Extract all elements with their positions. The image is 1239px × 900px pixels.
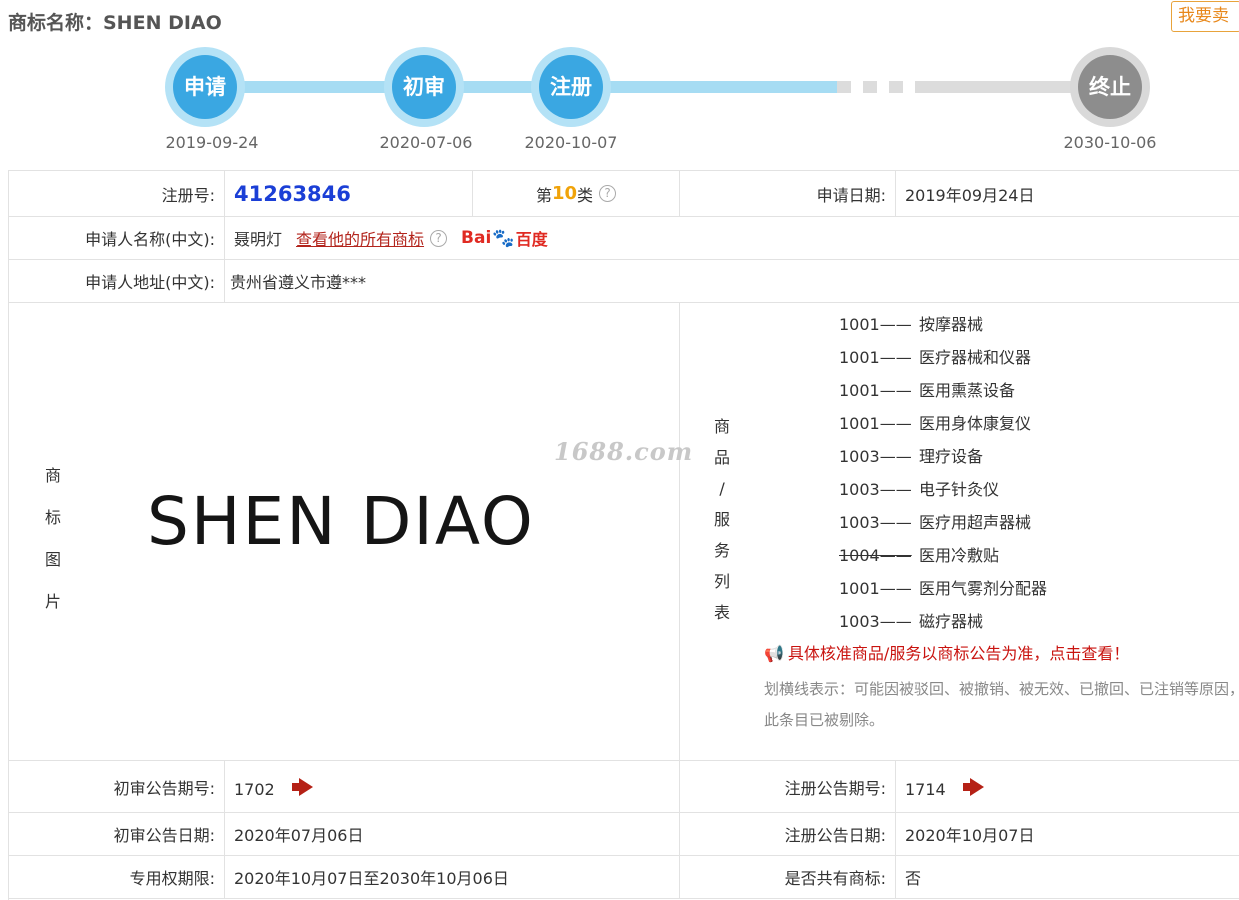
reg-no-cell: 41263846 bbox=[225, 171, 473, 216]
step-prelim-node: 初审 bbox=[384, 47, 464, 127]
table-row: 专用权期限: 2020年10月07日至2030年10月06日 是否共有商标: 否 bbox=[9, 856, 1239, 899]
strike-explanation: 划横线表示：可能因被驳回、被撤销、被无效、已撤回、已注销等原因，此条目已被剔除。 bbox=[764, 680, 1239, 729]
list-item: 1001—— 医疗器械和仪器 bbox=[839, 348, 1032, 367]
list-item: 1001—— 医用气雾剂分配器 bbox=[839, 579, 1048, 598]
list-item-struck: 1004—— 医用冷敷贴 bbox=[839, 546, 1000, 565]
applicant-label: 申请人名称(中文): bbox=[9, 217, 225, 259]
step-register-node: 注册 bbox=[531, 47, 611, 127]
reg-notice-date-label: 注册公告日期: bbox=[680, 813, 896, 855]
step-apply-date: 2019-09-24 bbox=[165, 133, 259, 152]
step-terminate-node: 终止 bbox=[1070, 47, 1150, 127]
list-item: 1003—— 电子针灸仪 bbox=[839, 480, 1000, 499]
prelim-no-value: 1702 bbox=[234, 780, 275, 799]
watermark: 1688.com bbox=[554, 437, 694, 466]
help-icon[interactable]: ? bbox=[430, 229, 448, 247]
table-row: 申请人名称(中文): 聂明灯 查看他的所有商标 ? Bai 🐾 百度 bbox=[9, 217, 1239, 260]
sell-button[interactable]: 我要卖 bbox=[1171, 1, 1239, 32]
list-item: 1001—— 医用熏蒸设备 bbox=[839, 381, 1016, 400]
prelim-date-label: 初审公告日期: bbox=[9, 813, 225, 855]
reg-notice-no-cell: 1714 bbox=[896, 761, 1239, 812]
list-item: 1001—— 医用身体康复仪 bbox=[839, 414, 1032, 433]
baidu-search-link[interactable]: Bai 🐾 百度 bbox=[461, 226, 548, 250]
prelim-date-value: 2020年07月06日 bbox=[225, 813, 680, 855]
reg-no-value: 41263846 bbox=[234, 181, 351, 206]
applicant-cell: 聂明灯 查看他的所有商标 ? Bai 🐾 百度 bbox=[225, 217, 1239, 259]
baidu-paw-icon: 🐾 bbox=[492, 227, 515, 249]
step-terminate-date: 2030-10-06 bbox=[1063, 133, 1157, 152]
progress-track-done bbox=[205, 81, 837, 93]
step-prelim-date: 2020-07-06 bbox=[379, 133, 473, 152]
megaphone-icon[interactable] bbox=[291, 778, 318, 796]
shared-value: 否 bbox=[896, 856, 1239, 898]
apply-date-label: 申请日期: bbox=[680, 171, 896, 216]
table-row: 初审公告期号: 1702 注册公告期号: 1714 bbox=[9, 761, 1239, 813]
table-row: 商 标 图 片 SHEN DIAO 1688.com 商 品 / 服 务 列 表… bbox=[9, 303, 1239, 761]
progress-track-dash bbox=[863, 81, 877, 93]
goods-service-label: 商 品 / 服 务 列 表 bbox=[714, 417, 731, 622]
apply-date-value: 2019年09月24日 bbox=[896, 171, 1239, 216]
class-suffix: 类 bbox=[577, 185, 594, 205]
shared-label: 是否共有商标: bbox=[680, 856, 896, 898]
step-apply-node: 申请 bbox=[165, 47, 245, 127]
megaphone-icon[interactable] bbox=[962, 778, 989, 796]
trademark-image-cell: 商 标 图 片 SHEN DIAO bbox=[9, 303, 680, 760]
reg-notice-no-value: 1714 bbox=[905, 780, 946, 799]
address-label: 申请人地址(中文): bbox=[9, 260, 225, 302]
all-trademarks-link[interactable]: 查看他的所有商标 bbox=[296, 226, 424, 250]
trademark-image-label: 商 标 图 片 bbox=[45, 466, 62, 611]
reg-notice-date-value: 2020年10月07日 bbox=[896, 813, 1239, 855]
term-value: 2020年10月07日至2030年10月06日 bbox=[225, 856, 680, 898]
list-item: 1003—— 医疗用超声器械 bbox=[839, 513, 1032, 532]
list-item: 1003—— 理疗设备 bbox=[839, 447, 984, 466]
reg-no-label: 注册号: bbox=[9, 171, 225, 216]
applicant-name: 聂明灯 bbox=[234, 230, 283, 249]
prelim-no-cell: 1702 bbox=[225, 761, 680, 812]
help-icon[interactable]: ? bbox=[599, 185, 617, 202]
megaphone-icon: 📢 bbox=[764, 644, 784, 663]
class-prefix: 第 bbox=[535, 185, 552, 205]
list-item: 1003—— 磁疗器械 bbox=[839, 612, 984, 631]
announcement-notice-link[interactable]: 📢 具体核准商品/服务以商标公告为准，点击查看！ bbox=[764, 640, 1129, 664]
prelim-no-label: 初审公告期号: bbox=[9, 761, 225, 812]
address-value: 贵州省遵义市遵*** bbox=[225, 260, 1239, 302]
class-cell: 第 10 类 ? bbox=[473, 171, 680, 216]
table-row: 申请人地址(中文): 贵州省遵义市遵*** bbox=[9, 260, 1239, 303]
list-item: 1001—— 按摩器械 bbox=[839, 315, 984, 334]
table-row: 初审公告日期: 2020年07月06日 注册公告日期: 2020年10月07日 bbox=[9, 813, 1239, 856]
reg-notice-no-label: 注册公告期号: bbox=[680, 761, 896, 812]
table-row: 注册号: 41263846 第 10 类 ? 申请日期: 2019年09月24日 bbox=[9, 171, 1239, 217]
term-label: 专用权期限: bbox=[9, 856, 225, 898]
trademark-detail-table: 注册号: 41263846 第 10 类 ? 申请日期: 2019年09月24日 申… bbox=[8, 170, 1239, 900]
page-title: 商标名称：SHEN DIAO bbox=[8, 12, 222, 34]
class-number: 10 bbox=[551, 183, 578, 204]
progress-track-dash bbox=[837, 81, 851, 93]
progress-track-dash bbox=[889, 81, 903, 93]
trademark-logo: SHEN DIAO bbox=[147, 483, 535, 560]
goods-service-cell: 商 品 / 服 务 列 表 1001—— 按摩器械 1001—— 医疗器械和仪器 1… bbox=[680, 303, 1239, 760]
step-register-date: 2020-10-07 bbox=[524, 133, 618, 152]
